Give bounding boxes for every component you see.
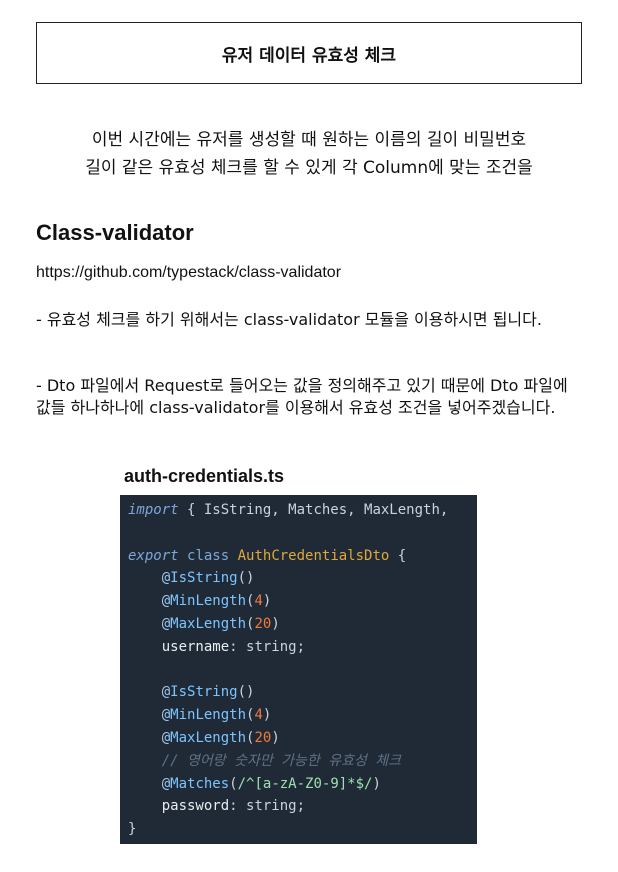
decorator-at: @ — [161, 707, 171, 724]
code-line-decorator: @MinLength(4) — [161, 707, 272, 724]
decorator-isstring: IsString — [170, 570, 238, 587]
max-length-value: 20 — [254, 615, 272, 632]
code-filename: auth-credentials.ts — [124, 466, 285, 486]
section-heading: Class-validator — [36, 220, 194, 245]
export-keyword: export — [128, 547, 179, 564]
decorator-minlength: MinLength — [170, 707, 247, 724]
class-name: AuthCredentialsDto — [237, 547, 390, 564]
code-line-username: username: string; — [161, 638, 306, 655]
intro-text: 이번 시간에는 유저를 생성할 때 원하는 이름의 길이 비밀번호 길이 같은 … — [36, 126, 582, 182]
code-line-decorator: @IsString() — [161, 684, 255, 701]
username-property: username — [161, 638, 230, 655]
code-line-decorator: @MaxLength(20) — [161, 615, 280, 632]
code-line-decorator: @Matches(/^[a-zA-Z0-9]*$/) — [161, 775, 381, 792]
code-line-decorator: @IsString() — [161, 570, 255, 587]
decorator-at: @ — [161, 593, 171, 610]
code-block: import { IsString, Matches, MaxLength, e… — [120, 495, 477, 844]
class-open-brace: { — [389, 547, 407, 564]
class-keyword: class — [187, 547, 230, 564]
decorator-at: @ — [161, 775, 171, 792]
code-line-decorator: @MaxLength(20) — [161, 729, 280, 746]
max-length-value: 20 — [254, 729, 272, 746]
code-line-password: password: string; — [161, 798, 306, 815]
paragraph-module: - 유효성 체크를 하기 위해서는 class-validator 모듈을 이용… — [36, 310, 542, 329]
password-property: password — [161, 798, 230, 815]
decorator-at: @ — [161, 570, 171, 587]
decorator-at: @ — [161, 615, 171, 632]
decorator-isstring: IsString — [170, 684, 238, 701]
decorator-matches: Matches — [170, 775, 230, 792]
decorator-at: @ — [161, 684, 171, 701]
code-line-comment: // 영어랑 숫자만 가능한 유효성 체크 — [128, 750, 477, 773]
paragraph-dto: - Dto 파일에서 Request로 들어오는 값을 정의해주고 있기 때문에… — [36, 376, 568, 417]
regex-pattern: /^[a-zA-Z0-9]*$/ — [237, 775, 373, 792]
code-line-import: import { IsString, Matches, MaxLength, — [128, 499, 477, 522]
import-keyword: import — [128, 502, 179, 518]
min-length-value: 4 — [254, 707, 263, 724]
decorator-minlength: MinLength — [170, 593, 247, 610]
code-line-decorator: @MinLength(4) — [161, 593, 272, 610]
class-close-brace: } — [128, 821, 137, 838]
password-type: string — [246, 798, 297, 815]
decorator-at: @ — [161, 729, 171, 746]
intro-line-1: 이번 시간에는 유저를 생성할 때 원하는 이름의 길이 비밀번호 — [91, 130, 527, 150]
decorator-maxlength: MaxLength — [170, 729, 247, 746]
github-link[interactable]: https://github.com/typestack/class-valid… — [36, 264, 341, 282]
code-line-close: } — [128, 818, 477, 841]
code-line-class: export class AuthCredentialsDto { — [128, 545, 477, 568]
page-title-text: 유저 데이터 유효성 체크 — [221, 45, 397, 66]
intro-line-2: 길이 같은 유효성 체크를 할 수 있게 각 Column에 맞는 조건을 — [85, 158, 533, 178]
code-comment: // 영어랑 숫자만 가능한 유효성 체크 — [161, 752, 402, 769]
decorator-maxlength: MaxLength — [170, 615, 247, 632]
import-list: { IsString, Matches, MaxLength, — [178, 502, 449, 518]
min-length-value: 4 — [254, 593, 263, 610]
page-title: 유저 데이터 유효성 체크 — [36, 22, 582, 84]
username-type: string — [246, 638, 297, 655]
